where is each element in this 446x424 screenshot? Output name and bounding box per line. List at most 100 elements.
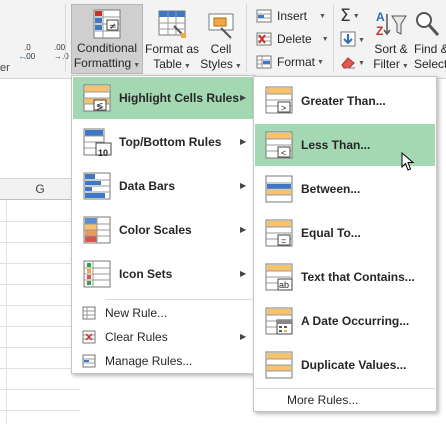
menu-item-label: Manage Rules... — [105, 354, 193, 368]
menu-item-label: A Date Occurring... — [301, 314, 410, 328]
menu-item-new-rule[interactable]: New Rule... — [73, 302, 253, 324]
menu-item-more-rules[interactable]: More Rules... — [255, 390, 435, 410]
less-than-icon — [263, 129, 295, 161]
increase-decimal-bottom: .00 — [24, 52, 36, 61]
menu-item-label: Text that Contains... — [301, 270, 415, 284]
format-as-table-button[interactable]: Format as Table ▼ — [145, 4, 199, 74]
menu-item-manage-rules[interactable]: Manage Rules... — [73, 350, 253, 372]
svg-text:≠: ≠ — [109, 22, 117, 32]
dropdown-caret-icon: ▼ — [401, 63, 409, 70]
menu-item-less-than[interactable]: < Less Than... — [255, 124, 435, 171]
menu-item-label: More Rules... — [287, 393, 359, 407]
date-occurring-icon — [263, 305, 295, 337]
svg-text:A: A — [376, 10, 385, 24]
menu-item-greater-than[interactable]: > Greater Than... — [255, 78, 435, 122]
menu-item-top-bottom-rules[interactable]: 10 Top/Bottom Rules ▶ — [73, 121, 253, 163]
sort-filter-icon: A Z — [374, 6, 408, 42]
menu-item-between[interactable]: Between... — [255, 168, 435, 210]
increase-decimal-button[interactable]: ← .0 .00 — [18, 44, 40, 62]
svg-text:≶: ≶ — [96, 102, 104, 112]
highlight-cells-submenu: > Greater Than... < Less Than... Between… — [253, 76, 437, 412]
format-as-table-label-1: Format as — [145, 42, 200, 56]
grid-line — [0, 305, 80, 306]
submenu-arrow-icon: ▶ — [240, 269, 247, 278]
menu-item-icon-sets[interactable]: Icon Sets ▶ — [73, 253, 253, 295]
data-bars-icon — [81, 170, 113, 202]
find-select-button[interactable]: Find & Select — [414, 4, 446, 74]
icon-sets-icon — [81, 258, 113, 290]
menu-item-label: Duplicate Values... — [301, 358, 407, 372]
grid-line — [0, 263, 80, 264]
menu-item-equal-to[interactable]: = Equal To... — [255, 212, 435, 254]
dropdown-caret-icon: ▼ — [358, 36, 365, 44]
menu-item-label: Highlight Cells Rules — [119, 91, 240, 105]
autosum-button[interactable]: Σ ▼ — [340, 6, 370, 26]
manage-rules-icon — [81, 353, 97, 369]
menu-item-label: Top/Bottom Rules — [119, 135, 222, 149]
dropdown-caret-icon: ▼ — [234, 63, 242, 70]
delete-button[interactable]: Delete ▼ — [255, 29, 329, 49]
conditional-formatting-label-1: Conditional — [76, 41, 138, 55]
text-contains-icon-text: ab — [279, 280, 290, 290]
fill-button[interactable]: ▼ — [340, 30, 370, 50]
find-select-label-1: Find & — [414, 42, 446, 56]
svg-text:Z: Z — [376, 24, 383, 38]
conditional-formatting-button[interactable]: ≠ Conditional Formatting ▼ — [71, 4, 143, 74]
submenu-arrow-icon: ▶ — [240, 225, 247, 234]
submenu-arrow-icon: ▶ — [240, 137, 247, 146]
menu-separator — [255, 388, 435, 389]
submenu-arrow-icon: ▶ — [240, 181, 247, 190]
insert-icon — [255, 8, 273, 24]
dropdown-caret-icon: ▼ — [358, 59, 365, 67]
format-as-table-label-2: Table ▼ — [153, 57, 191, 71]
menu-item-label: Greater Than... — [301, 94, 386, 108]
format-label: Format — [277, 55, 316, 69]
column-header-g[interactable]: G — [0, 178, 80, 200]
insert-button[interactable]: Insert ▼ — [255, 6, 326, 26]
menu-item-label: Between... — [301, 182, 361, 196]
submenu-arrow-icon: ▶ — [240, 332, 247, 341]
new-rule-icon — [81, 305, 97, 321]
menu-item-text-that-contains[interactable]: ab Text that Contains... — [255, 256, 435, 298]
dropdown-caret-icon: ▼ — [321, 35, 329, 43]
greater-than-icon — [263, 84, 295, 116]
sigma-icon: Σ — [340, 6, 351, 26]
format-button[interactable]: Format ▼ — [255, 52, 324, 72]
menu-item-label: Color Scales — [119, 223, 192, 237]
delete-icon — [255, 31, 273, 47]
number-group-label: er — [0, 62, 10, 74]
menu-item-duplicate-values[interactable]: Duplicate Values... — [255, 344, 435, 386]
grid-line — [6, 200, 7, 424]
menu-item-clear-rules[interactable]: Clear Rules ▶ — [73, 326, 253, 348]
dropdown-caret-icon: ▼ — [183, 63, 191, 70]
menu-item-color-scales[interactable]: Color Scales ▶ — [73, 209, 253, 251]
menu-item-label: Data Bars — [119, 179, 176, 193]
cell-styles-icon — [205, 6, 237, 42]
equal-to-icon — [263, 217, 295, 249]
fill-down-icon — [340, 31, 356, 50]
format-as-table-icon — [156, 6, 188, 42]
cell-styles-button[interactable]: Cell Styles ▼ — [200, 4, 242, 74]
sort-filter-button[interactable]: A Z Sort & Filter ▼ — [371, 4, 411, 74]
menu-item-data-bars[interactable]: Data Bars ▶ — [73, 165, 253, 207]
dropdown-caret-icon: ▼ — [352, 12, 360, 20]
menu-item-a-date-occurring[interactable]: A Date Occurring... — [255, 300, 435, 342]
conditional-formatting-label-2: Formatting ▼ — [73, 56, 141, 70]
clear-button[interactable]: ▼ — [340, 53, 370, 73]
top-bottom-icon-text: 10 — [98, 148, 109, 158]
highlight-cells-icon: ≶ — [81, 82, 113, 114]
clear-rules-icon — [81, 329, 97, 345]
format-icon — [255, 54, 273, 70]
conditional-formatting-icon: ≠ — [91, 7, 123, 41]
menu-item-highlight-cells-rules[interactable]: ≶ Highlight Cells Rules ▶ — [73, 77, 253, 119]
duplicate-values-icon — [263, 349, 295, 381]
conditional-formatting-menu: ≶ Highlight Cells Rules ▶ 10 Top/Bottom … — [71, 75, 255, 374]
cell-styles-label-1: Cell — [210, 42, 232, 56]
delete-label: Delete — [277, 32, 312, 46]
menu-item-label: Clear Rules — [105, 330, 168, 344]
ribbon: ← .0 .00 .00 →.0 er ≠ Conditional Format… — [0, 0, 446, 79]
ribbon-separator — [246, 4, 247, 72]
sort-filter-label-1: Sort & — [374, 42, 408, 56]
eraser-icon — [340, 55, 356, 72]
dropdown-caret-icon: ▼ — [317, 58, 324, 66]
